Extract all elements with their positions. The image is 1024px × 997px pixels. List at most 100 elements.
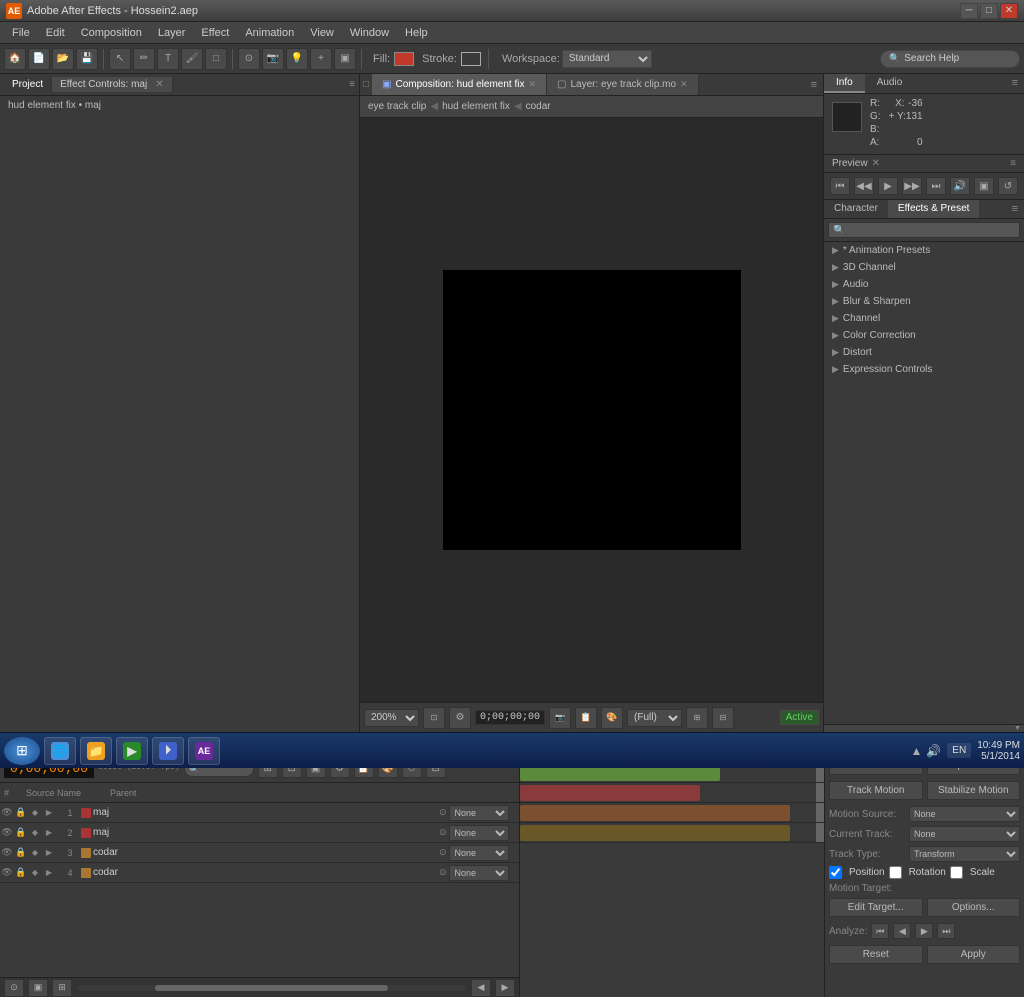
toolbar-camera[interactable]: 📷: [262, 48, 284, 70]
timeline-scrollbar[interactable]: [76, 984, 467, 992]
breadcrumb-eyetrack[interactable]: eye track clip: [368, 101, 426, 112]
menu-effect[interactable]: Effect: [193, 22, 237, 43]
edit-target-button[interactable]: Edit Target...: [829, 898, 923, 917]
effect-channel[interactable]: ▶ Channel: [824, 310, 1024, 327]
reset-button[interactable]: Reset: [829, 945, 923, 964]
layer-tab-close[interactable]: ✕: [680, 79, 688, 90]
track-right-handle-2[interactable]: [816, 783, 824, 802]
taskbar-app-player[interactable]: ⏵: [152, 737, 184, 765]
layer-visibility-1[interactable]: 👁: [0, 807, 14, 818]
fill-color-swatch[interactable]: [394, 52, 414, 66]
toolbar-brush[interactable]: 🖌: [181, 48, 203, 70]
preview-menu-icon[interactable]: ≡: [1010, 158, 1016, 169]
zoom-select[interactable]: 200% 100% 50%: [364, 709, 419, 727]
toolbar-shape[interactable]: □: [205, 48, 227, 70]
rotation-checkbox[interactable]: [889, 866, 902, 879]
track-clip-4[interactable]: [520, 825, 790, 841]
effect-3d-channel[interactable]: ▶ 3D Channel: [824, 259, 1024, 276]
menu-file[interactable]: File: [4, 22, 38, 43]
layer-name-3[interactable]: codar: [93, 847, 439, 858]
effect-animation-presets[interactable]: ▶ * Animation Presets: [824, 242, 1024, 259]
menu-composition[interactable]: Composition: [73, 22, 150, 43]
toolbar-new[interactable]: 📄: [28, 48, 50, 70]
preview-ram-btn[interactable]: ▣: [974, 177, 994, 195]
lang-indicator[interactable]: EN: [947, 743, 971, 758]
layer-expand-3[interactable]: ▶: [42, 848, 56, 857]
toolbar-open[interactable]: 📂: [52, 48, 74, 70]
layer-expand-4[interactable]: ▶: [42, 868, 56, 877]
tab-effect-controls[interactable]: Effect Controls: maj ✕: [52, 77, 172, 92]
apply-button[interactable]: Apply: [927, 945, 1021, 964]
breadcrumb-codar[interactable]: codar: [526, 101, 551, 112]
fit-icon[interactable]: ⊡: [423, 707, 445, 729]
taskbar-app-ae[interactable]: AE: [188, 737, 220, 765]
effect-distort[interactable]: ▶ Distort: [824, 344, 1024, 361]
effect-color-correction[interactable]: ▶ Color Correction: [824, 327, 1024, 344]
timeline-bottom-btn2[interactable]: ▣: [28, 979, 48, 997]
toolbar-mask[interactable]: ▣: [334, 48, 356, 70]
layer-lock-3[interactable]: 🔒: [14, 847, 28, 858]
minimize-button[interactable]: ─: [960, 3, 978, 19]
layer-shy-2[interactable]: ◆: [28, 828, 42, 837]
timecode-set[interactable]: 📷: [549, 707, 571, 729]
effects-scroll-down[interactable]: ▼: [1014, 725, 1022, 733]
parent-select-2[interactable]: None: [449, 825, 509, 841]
layer-name-1[interactable]: maj: [93, 807, 439, 818]
stroke-color-swatch[interactable]: [461, 52, 481, 66]
menu-help[interactable]: Help: [397, 22, 436, 43]
toolbar-pen[interactable]: ✏: [133, 48, 155, 70]
tab-audio[interactable]: Audio: [865, 74, 915, 93]
effects-panel-menu[interactable]: ≡: [1006, 200, 1024, 218]
toolbar-save[interactable]: 💾: [76, 48, 98, 70]
preview-play-btn[interactable]: ▶: [878, 177, 898, 195]
preview-next-btn[interactable]: ▶▶: [902, 177, 922, 195]
analyze-rev-first-btn[interactable]: ⏮: [871, 923, 889, 939]
timeline-bottom-btn1[interactable]: ⊙: [4, 979, 24, 997]
track-clip-2[interactable]: [520, 785, 700, 801]
layer-lock-2[interactable]: 🔒: [14, 827, 28, 838]
tab-project[interactable]: Project: [4, 77, 52, 92]
track-clip-3[interactable]: [520, 805, 790, 821]
snapshot-icon[interactable]: 📋: [575, 707, 597, 729]
track-right-handle-4[interactable]: [816, 823, 824, 842]
parent-select-3[interactable]: None: [449, 845, 509, 861]
layer-shy-4[interactable]: ◆: [28, 868, 42, 877]
close-button[interactable]: ✕: [1000, 3, 1018, 19]
comp-tab-close[interactable]: ✕: [528, 79, 536, 90]
region-icon[interactable]: ⊟: [712, 707, 734, 729]
tab-effects-preset[interactable]: Effects & Preset: [888, 200, 980, 218]
menu-edit[interactable]: Edit: [38, 22, 73, 43]
taskbar-app-media[interactable]: ▶: [116, 737, 148, 765]
workspace-select[interactable]: Standard All Panels Animation: [562, 50, 652, 68]
preview-prev-btn[interactable]: ◀◀: [854, 177, 874, 195]
preview-last-btn[interactable]: ⏭: [926, 177, 946, 195]
track-right-handle-3[interactable]: [816, 803, 824, 822]
effect-audio[interactable]: ▶ Audio: [824, 276, 1024, 293]
maximize-button[interactable]: □: [980, 3, 998, 19]
effect-expression-controls[interactable]: ▶ Expression Controls: [824, 361, 1024, 378]
breadcrumb-hud[interactable]: hud element fix: [442, 101, 510, 112]
panel-menu-icon[interactable]: ≡: [349, 79, 355, 90]
menu-animation[interactable]: Animation: [237, 22, 302, 43]
tab-info[interactable]: Info: [824, 74, 865, 93]
layer-shy-3[interactable]: ◆: [28, 848, 42, 857]
preview-first-btn[interactable]: ⏮: [830, 177, 850, 195]
quality-select[interactable]: (Full) (Half) (Quarter): [627, 709, 682, 727]
menu-window[interactable]: Window: [342, 22, 397, 43]
preview-loop-btn[interactable]: ↺: [998, 177, 1018, 195]
tab-character[interactable]: Character: [824, 200, 888, 218]
track-type-select[interactable]: Transform: [909, 846, 1020, 862]
toolbar-text[interactable]: T: [157, 48, 179, 70]
layer-name-2[interactable]: maj: [93, 827, 439, 838]
layer-shy-1[interactable]: ◆: [28, 808, 42, 817]
comp-timecode[interactable]: 0;00;00;00: [475, 710, 545, 725]
taskbar-app-explorer[interactable]: 📁: [80, 737, 112, 765]
toolbar-roto[interactable]: ⊙: [238, 48, 260, 70]
analyze-fwd-last-btn[interactable]: ⏭: [937, 923, 955, 939]
timeline-zoom-in[interactable]: ▶: [495, 979, 515, 997]
timeline-zoom-out[interactable]: ◀: [471, 979, 491, 997]
effects-search-input[interactable]: [828, 222, 1020, 238]
current-track-select[interactable]: None: [909, 826, 1020, 842]
toolbar-select[interactable]: ↖: [109, 48, 131, 70]
layer-lock-1[interactable]: 🔒: [14, 807, 28, 818]
